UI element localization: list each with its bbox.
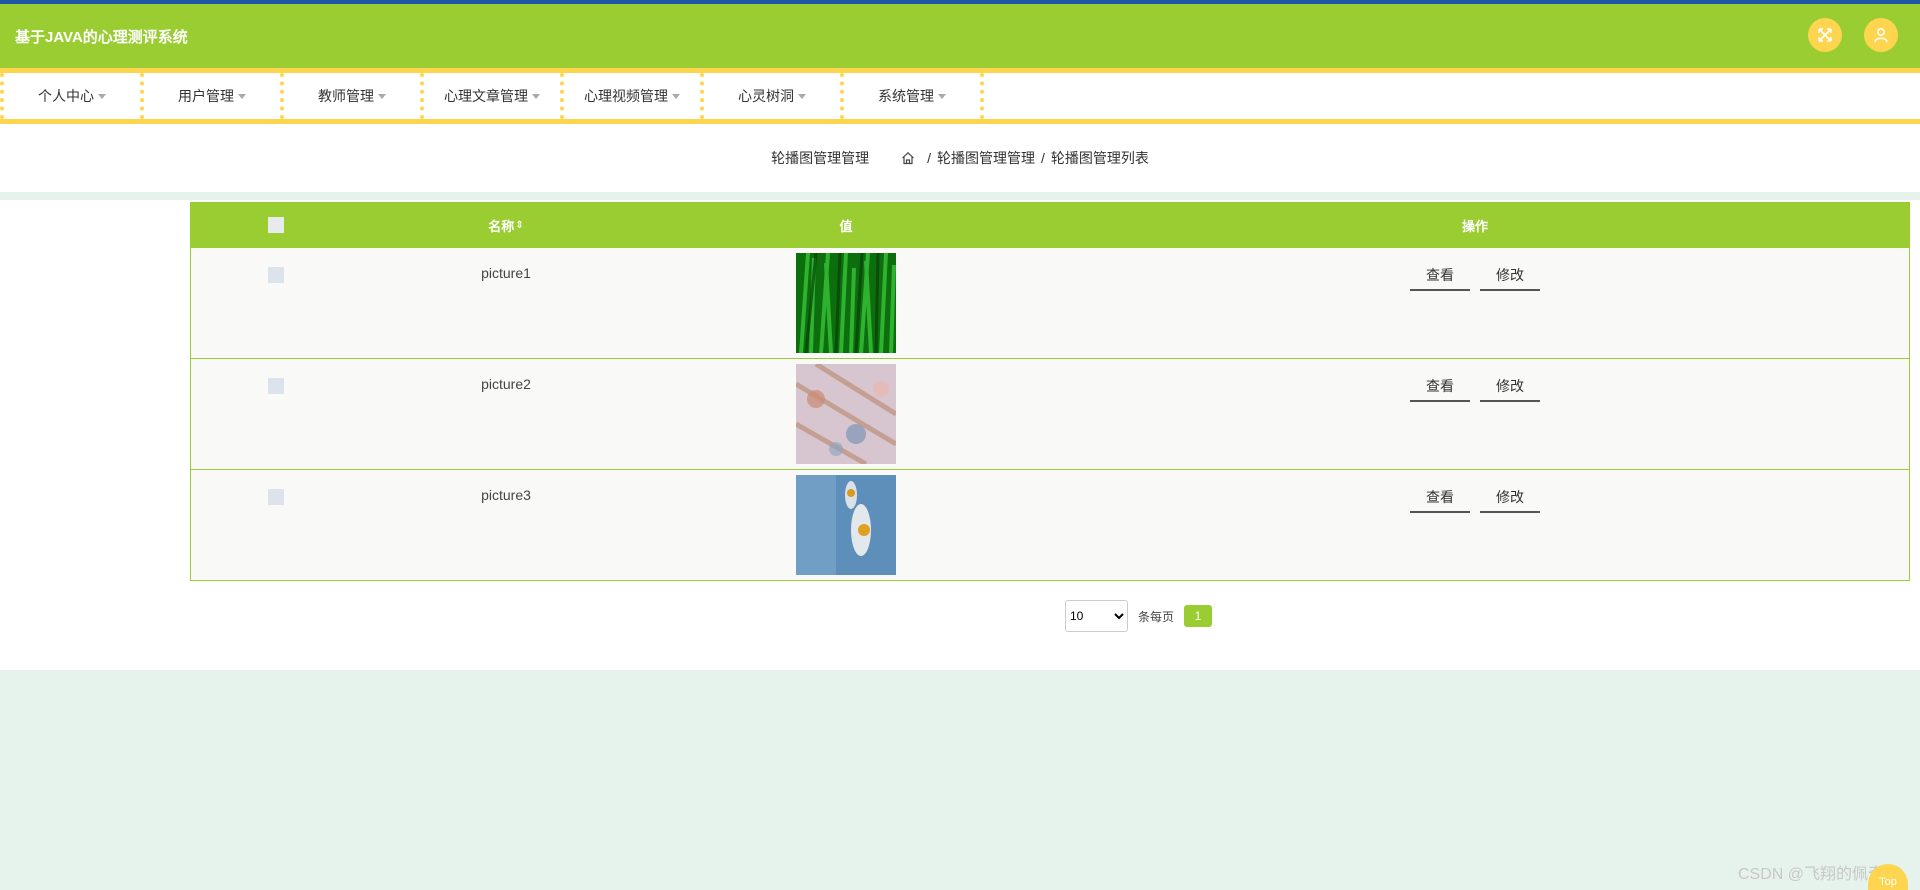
- nav-item-tree-hole[interactable]: 心灵树洞: [704, 73, 840, 119]
- row-name: picture1: [481, 265, 531, 281]
- caret-down-icon: [532, 93, 540, 99]
- row-name: picture3: [481, 487, 531, 503]
- table-row: picture2 查看 修改: [191, 358, 1909, 469]
- column-name-label: 名称: [488, 218, 515, 234]
- caret-down-icon: [238, 93, 246, 99]
- view-button[interactable]: 查看: [1410, 261, 1470, 291]
- nav-item-video-management[interactable]: 心理视频管理: [564, 73, 700, 119]
- nav-label: 用户管理: [178, 88, 234, 104]
- header-icons: [1808, 18, 1898, 52]
- caret-down-icon: [378, 93, 386, 99]
- nav-label: 心灵树洞: [738, 88, 794, 104]
- table-row: picture3 查看 修改: [191, 469, 1909, 580]
- breadcrumb-bar: 轮播图管理管理 / 轮播图管理管理 / 轮播图管理列表: [0, 124, 1920, 192]
- edit-button[interactable]: 修改: [1480, 261, 1540, 291]
- watermark: CSDN @飞翔的佩奇: [1737, 866, 1884, 883]
- nav-item-teacher-management[interactable]: 教师管理: [284, 73, 420, 119]
- column-header-action: 操作: [1461, 218, 1488, 234]
- nav-label: 心理视频管理: [584, 88, 668, 104]
- app-header: 基于JAVA的心理测评系统: [0, 4, 1920, 68]
- nav-label: 个人中心: [38, 88, 94, 104]
- thumbnail-image: [796, 253, 896, 353]
- edit-button[interactable]: 修改: [1480, 372, 1540, 402]
- row-checkbox[interactable]: [268, 489, 284, 505]
- fullscreen-icon[interactable]: [1808, 18, 1842, 52]
- thumbnail-image: [796, 364, 896, 464]
- user-icon[interactable]: [1864, 18, 1898, 52]
- main-content: 名称 ⇕ 值 操作 picture1 查看 修改 picture2 查看 修改 …: [0, 200, 1920, 670]
- breadcrumb-item[interactable]: 轮播图管理管理: [937, 148, 1035, 168]
- view-button[interactable]: 查看: [1410, 372, 1470, 402]
- page-size-select[interactable]: 10: [1065, 600, 1128, 632]
- nav-item-article-management[interactable]: 心理文章管理: [424, 73, 560, 119]
- page-number-button[interactable]: 1: [1184, 605, 1213, 627]
- caret-down-icon: [798, 93, 806, 99]
- page-title: 轮播图管理管理: [771, 150, 870, 166]
- edit-button[interactable]: 修改: [1480, 483, 1540, 513]
- select-all-checkbox[interactable]: [268, 217, 284, 233]
- table-row: picture1 查看 修改: [191, 247, 1909, 358]
- sort-icon[interactable]: ⇕: [515, 220, 523, 231]
- view-button[interactable]: 查看: [1410, 483, 1470, 513]
- column-header-name[interactable]: 名称 ⇕: [361, 203, 651, 247]
- home-icon[interactable]: [901, 151, 915, 165]
- breadcrumb-separator: /: [927, 150, 931, 166]
- nav-item-user-management[interactable]: 用户管理: [144, 73, 280, 119]
- row-checkbox[interactable]: [268, 267, 284, 283]
- banner-table: 名称 ⇕ 值 操作 picture1 查看 修改 picture2 查看 修改 …: [190, 202, 1910, 581]
- per-page-label: 条每页: [1138, 609, 1175, 624]
- nav-label: 系统管理: [878, 88, 934, 104]
- table-header: 名称 ⇕ 值 操作: [191, 203, 1909, 247]
- main-nav: 个人中心 用户管理 教师管理 心理文章管理 心理视频管理 心灵树洞 系统管理: [0, 68, 1920, 124]
- nav-divider: [980, 73, 984, 119]
- row-checkbox[interactable]: [268, 378, 284, 394]
- nav-item-personal-center[interactable]: 个人中心: [4, 73, 140, 119]
- app-title: 基于JAVA的心理测评系统: [15, 28, 188, 46]
- nav-item-system-management[interactable]: 系统管理: [844, 73, 980, 119]
- breadcrumb-separator: /: [1041, 150, 1045, 166]
- back-to-top-button[interactable]: Top: [1868, 864, 1908, 890]
- caret-down-icon: [98, 93, 106, 99]
- caret-down-icon: [938, 93, 946, 99]
- row-name: picture2: [481, 376, 531, 392]
- nav-label: 教师管理: [318, 88, 374, 104]
- pagination: 10 条每页 1: [1065, 600, 1213, 632]
- thumbnail-image: [796, 475, 896, 575]
- caret-down-icon: [672, 93, 680, 99]
- breadcrumb-item: 轮播图管理列表: [1050, 150, 1149, 166]
- nav-label: 心理文章管理: [444, 88, 528, 104]
- column-header-value: 值: [839, 218, 853, 234]
